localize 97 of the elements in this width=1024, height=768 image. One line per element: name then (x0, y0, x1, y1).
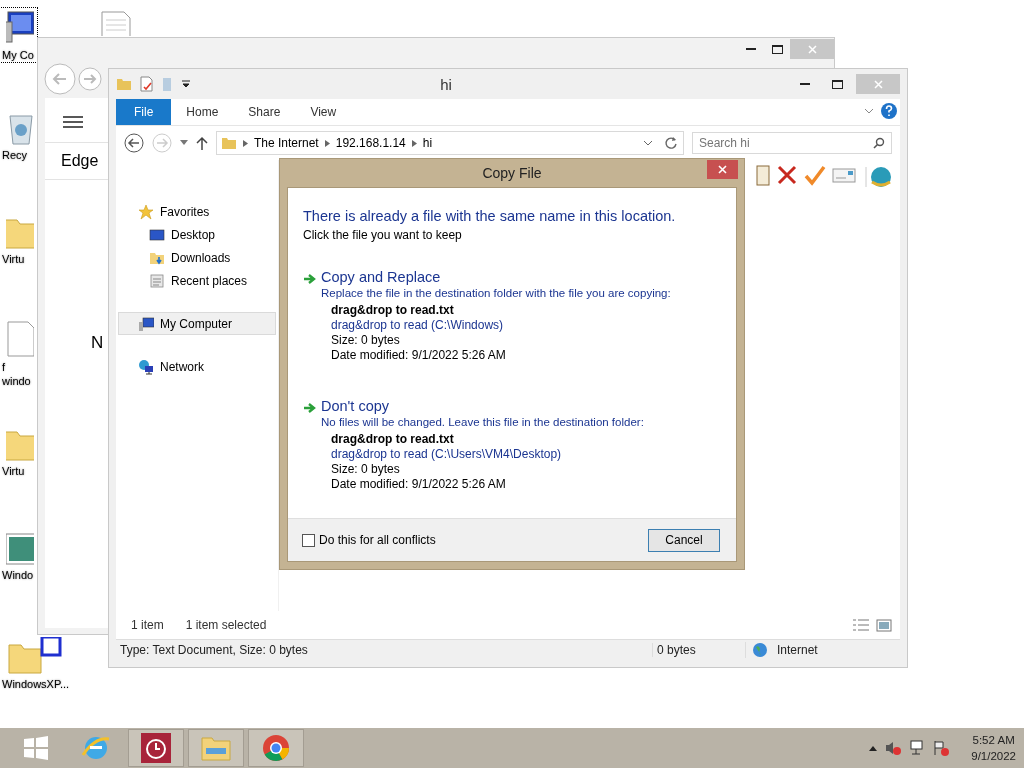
close-button[interactable] (707, 160, 738, 179)
cancel-button[interactable]: Cancel (648, 528, 720, 552)
address-bar[interactable]: The Internet 192.168.1.14 hi (216, 131, 684, 155)
thumbnail-view-icon[interactable] (876, 618, 892, 632)
delete-icon[interactable] (776, 164, 798, 186)
icon-label: My Co (2, 48, 35, 62)
document-icon (6, 320, 34, 360)
item-count: 1 item (131, 618, 164, 632)
details-view-icon[interactable] (852, 618, 870, 632)
dialog-title: Copy File (481, 165, 543, 181)
nav-item[interactable]: Favorites (118, 200, 276, 223)
nav-item[interactable]: Downloads (118, 246, 276, 269)
ribbon-tab[interactable]: Home (171, 99, 234, 125)
menu-icon[interactable] (63, 116, 83, 128)
back-button[interactable] (124, 133, 144, 153)
document-icon[interactable] (138, 76, 154, 92)
selection-count: 1 item selected (185, 618, 267, 632)
folder-icon (221, 135, 237, 151)
icon-label: Windo (2, 568, 35, 582)
conflicts-checkbox[interactable]: Do this for all conflicts (302, 533, 436, 547)
checkmark-icon[interactable] (804, 164, 826, 186)
chevron-icon[interactable] (643, 139, 653, 147)
nav-item[interactable]: Network (118, 355, 276, 378)
option-title[interactable]: Copy and Replace (321, 268, 671, 286)
ribbon-tab[interactable]: Share (233, 99, 296, 125)
status-text: Type: Text Document, Size: 0 bytes (119, 643, 309, 657)
computer-icon (138, 315, 154, 332)
option-title[interactable]: Don't copy (321, 397, 644, 415)
desktop-icon[interactable]: WindowsXP... (0, 637, 80, 691)
desktop-icon[interactable]: Virtu (0, 212, 37, 266)
option-description: No files will be changed. Leave this file in the destination folder: (321, 415, 644, 429)
alarm-clock-icon (141, 733, 171, 763)
separator-icon (243, 139, 248, 147)
file-size: Size: 0 bytes (331, 333, 401, 348)
taskbar-app[interactable] (128, 729, 184, 767)
dialog-heading: There is already a file with the same name in this location. (303, 208, 677, 224)
window-title: hi (439, 75, 453, 93)
search-icon (873, 137, 885, 149)
icon-label: Virtu (2, 464, 26, 478)
ribbon-tab[interactable]: File (116, 99, 172, 125)
desktop-icon (149, 226, 165, 243)
dropdown-icon[interactable] (182, 80, 190, 88)
desktop-icon[interactable]: Recy (0, 108, 37, 162)
minimize-icon (746, 48, 756, 50)
chrome-icon (261, 733, 291, 763)
status-size: 0 bytes (652, 643, 745, 657)
icon-label: WindowsXP... (2, 677, 70, 691)
search-field[interactable]: Search hi (692, 132, 892, 154)
file-name: drag&drop to read.txt (331, 432, 455, 447)
icon-label: Virtu (2, 252, 26, 266)
dialog-subheading: Click the file you want to keep (303, 228, 463, 242)
status-zone: Internet (776, 643, 819, 657)
clipboard-icon[interactable] (756, 164, 770, 186)
globe-icon (752, 642, 768, 658)
file-date: Date modified: 9/1/2022 5:26 AM (331, 348, 507, 363)
file-location: drag&drop to read (C:\Windows) (331, 318, 505, 333)
close-icon (718, 165, 727, 174)
windows-logo-icon (23, 735, 49, 761)
arrow-icon (303, 272, 317, 286)
nav-item[interactable]: My Computer (118, 312, 276, 335)
network-icon (138, 358, 154, 375)
arrow-icon (303, 401, 317, 415)
maximize-icon (831, 79, 843, 89)
up-arrow-icon[interactable] (196, 136, 208, 150)
nav-item[interactable]: Desktop (118, 223, 276, 246)
network-icon[interactable] (909, 740, 926, 756)
desktop-icon[interactable]: Windo (0, 528, 37, 582)
menu-label[interactable]: Edge (61, 152, 99, 170)
file-date: Date modified: 9/1/2022 5:26 AM (331, 477, 507, 492)
clock[interactable]: 5:52 AM 9/1/2022 (971, 732, 1016, 764)
close-icon (873, 79, 883, 89)
maximize-icon (771, 44, 783, 54)
breadcrumb[interactable]: The Internet (254, 136, 319, 150)
close-icon (807, 44, 817, 54)
ribbon-tab[interactable]: View (295, 99, 352, 125)
icon-label: f windo (2, 360, 32, 388)
partial-text: N (91, 333, 104, 353)
file-name: drag&drop to read.txt (331, 303, 455, 318)
show-hidden-icon[interactable] (869, 745, 878, 751)
recent-icon (149, 272, 165, 289)
desktop-icon[interactable]: Virtu (0, 424, 37, 478)
file-location: drag&drop to read (C:\Users\VM4\Desktop) (331, 447, 563, 462)
forward-button[interactable] (78, 67, 102, 91)
separator-icon (324, 139, 330, 147)
folder-icon (200, 734, 232, 762)
flag-icon[interactable] (933, 740, 950, 756)
star-icon (138, 203, 154, 220)
icon-label: Recy (2, 148, 29, 162)
speaker-muted-icon[interactable] (885, 740, 902, 756)
nav-item[interactable]: Recent places (118, 269, 276, 292)
minimize-icon (800, 83, 810, 85)
separator-icon (411, 139, 417, 147)
file-size: Size: 0 bytes (331, 462, 401, 477)
breadcrumb[interactable]: 192.168.1.14 (335, 136, 406, 150)
option-description: Replace the file in the destination folder with the file you are copying: (321, 286, 671, 300)
desktop-icon[interactable]: f windo (0, 320, 37, 388)
breadcrumb[interactable]: hi (422, 136, 433, 150)
